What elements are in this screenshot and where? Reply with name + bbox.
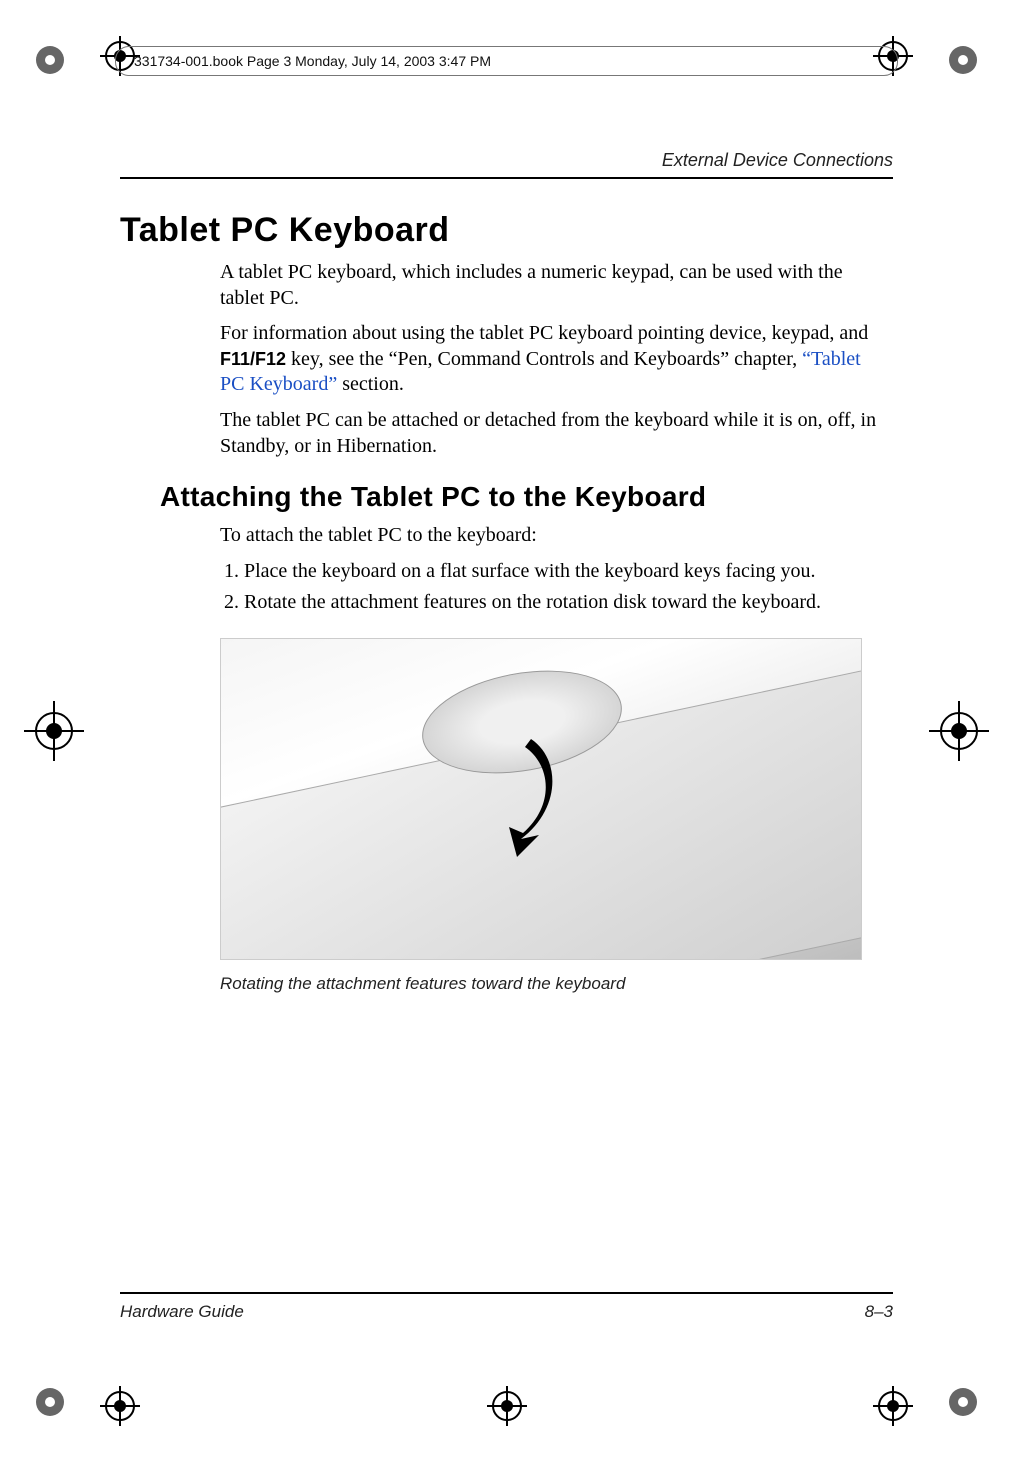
step-1: Place the keyboard on a flat surface wit… bbox=[244, 559, 883, 585]
section-title: Tablet PC Keyboard bbox=[120, 211, 893, 250]
target-mid-right bbox=[929, 701, 989, 761]
figure-caption: Rotating the attachment features toward … bbox=[220, 974, 860, 994]
figure: Rotating the attachment features toward … bbox=[220, 638, 860, 994]
page-content: External Device Connections Tablet PC Ke… bbox=[120, 150, 893, 1322]
key-label: F11/F12 bbox=[220, 349, 286, 369]
page-footer: Hardware Guide 8–3 bbox=[120, 1292, 893, 1322]
footer-right: 8–3 bbox=[865, 1302, 893, 1322]
print-file-info: 331734-001.book Page 3 Monday, July 14, … bbox=[115, 46, 898, 76]
target-bottom-right bbox=[873, 1386, 913, 1426]
intro-paragraph-3: The tablet PC can be attached or detache… bbox=[220, 408, 883, 459]
intro-p2-c: section. bbox=[337, 373, 404, 395]
target-mid-left bbox=[24, 701, 84, 761]
intro-paragraph-1: A tablet PC keyboard, which includes a n… bbox=[220, 260, 883, 311]
rotate-arrow-icon bbox=[471, 729, 571, 859]
footer-left: Hardware Guide bbox=[120, 1302, 244, 1322]
crop-mark-bottom-left bbox=[30, 1382, 90, 1422]
crop-mark-top-left bbox=[30, 40, 90, 80]
steps-body: To attach the tablet PC to the keyboard:… bbox=[220, 523, 883, 616]
intro-p2-b: key, see the “Pen, Command Controls and … bbox=[286, 348, 802, 370]
steps-lead: To attach the tablet PC to the keyboard: bbox=[220, 523, 883, 549]
crop-mark-top-right bbox=[923, 40, 983, 80]
target-bottom-center bbox=[487, 1386, 527, 1426]
subsection-title: Attaching the Tablet PC to the Keyboard bbox=[160, 481, 893, 513]
intro-p2-a: For information about using the tablet P… bbox=[220, 322, 868, 344]
crop-mark-bottom-right bbox=[923, 1382, 983, 1422]
steps-list: Place the keyboard on a flat surface wit… bbox=[220, 559, 883, 616]
running-header: External Device Connections bbox=[120, 150, 893, 179]
target-bottom-left bbox=[100, 1386, 140, 1426]
print-file-info-text: 331734-001.book Page 3 Monday, July 14, … bbox=[134, 53, 491, 69]
intro-body: A tablet PC keyboard, which includes a n… bbox=[220, 260, 883, 459]
figure-image bbox=[220, 638, 862, 960]
step-2: Rotate the attachment features on the ro… bbox=[244, 590, 883, 616]
intro-paragraph-2: For information about using the tablet P… bbox=[220, 321, 883, 398]
